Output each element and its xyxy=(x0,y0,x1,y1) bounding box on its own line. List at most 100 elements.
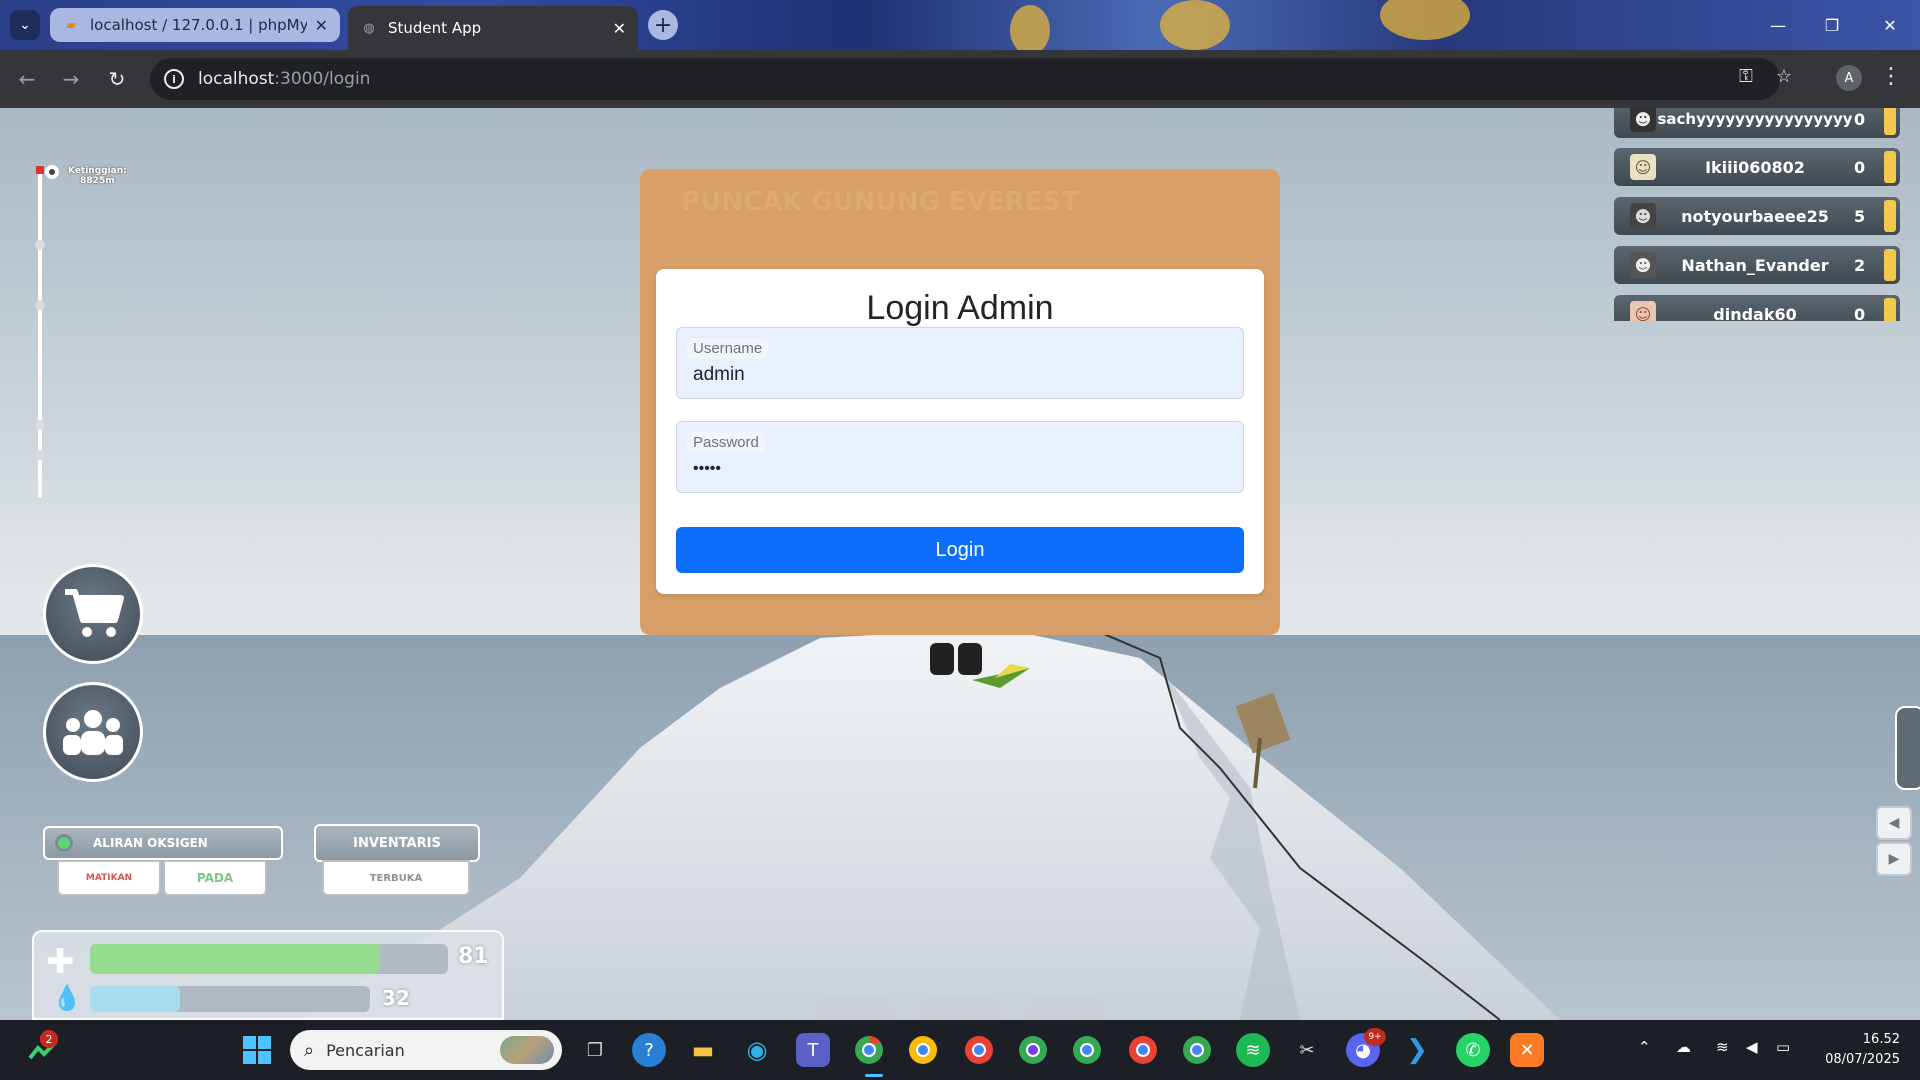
windows-logo-icon xyxy=(243,1036,271,1064)
friends-button[interactable] xyxy=(43,682,143,782)
inventory-open-button[interactable]: TERBUKA xyxy=(322,860,470,896)
profile-avatar[interactable]: A xyxy=(1836,65,1862,91)
chrome-profile-icon[interactable] xyxy=(1180,1033,1214,1067)
system-clock[interactable]: 16.52 08/07/2025 xyxy=(1810,1030,1900,1070)
address-bar[interactable]: i localhost:3000/login xyxy=(150,58,1780,100)
taskbar-search-box[interactable]: ⌕ Pencarian xyxy=(290,1030,562,1070)
discord-badge: 9+ xyxy=(1364,1028,1386,1046)
start-windows-icon[interactable] xyxy=(240,1033,274,1067)
username-value: admin xyxy=(693,364,745,385)
wifi-icon[interactable]: ≋ xyxy=(1716,1038,1729,1056)
tab-search-dropdown-button[interactable]: ⌄ xyxy=(10,10,40,40)
snipping-tool-icon[interactable]: ✂ xyxy=(1290,1033,1324,1067)
side-panel-tab[interactable] xyxy=(1895,706,1920,790)
login-card: Login Admin Username admin Password ••••… xyxy=(656,269,1264,594)
hotbar-slot[interactable] xyxy=(1026,998,1106,1020)
hotbar-slot[interactable] xyxy=(920,998,1000,1020)
background-page-title: PUNCAK GUNUNG EVEREST xyxy=(681,187,1079,217)
leaderboard-accent xyxy=(1884,249,1896,281)
chrome-profile-icon[interactable] xyxy=(1070,1033,1104,1067)
widgets-badge: 2 xyxy=(40,1030,58,1048)
health-bar-fill xyxy=(90,944,380,974)
arrow-right-button[interactable]: ▶ xyxy=(1876,842,1912,876)
login-button[interactable]: Login xyxy=(676,527,1244,573)
chrome-logo-icon xyxy=(965,1036,993,1064)
player-name: notyourbaeee25 xyxy=(1681,206,1829,226)
help-icon[interactable]: ? xyxy=(632,1033,666,1067)
spotify-icon[interactable]: ≋ xyxy=(1236,1033,1270,1067)
chrome-logo-icon xyxy=(909,1036,937,1064)
restore-button[interactable]: ❐ xyxy=(1812,10,1852,40)
vscode-icon[interactable]: ❯ xyxy=(1400,1033,1434,1067)
oxygen-on-button[interactable]: PADA xyxy=(163,860,267,896)
player-name: dindak60 xyxy=(1713,304,1797,322)
wallpaper-swirl xyxy=(1380,0,1470,40)
minimize-button[interactable]: — xyxy=(1758,10,1798,40)
username-label: Username xyxy=(687,338,769,359)
forward-icon[interactable]: → xyxy=(56,64,86,94)
oxygen-status-indicator xyxy=(55,834,73,852)
player-avatar: ☺ xyxy=(1630,154,1656,180)
site-info-icon[interactable]: i xyxy=(164,69,184,89)
leaderboard-row: ☻ notyourbaeee25 5 xyxy=(1614,197,1900,235)
altitude-checkpoint xyxy=(35,240,45,250)
oxygen-toggle-group: MATIKAN PADA xyxy=(57,860,267,896)
show-hidden-icons-chevron-icon[interactable]: ⌃ xyxy=(1638,1038,1651,1056)
battery-icon[interactable]: ▭ xyxy=(1776,1038,1790,1056)
hotbar-slot[interactable] xyxy=(814,998,894,1020)
search-highlight-image xyxy=(500,1036,554,1064)
player-score: 0 xyxy=(1854,109,1866,129)
altitude-readout: Ketinggian: 8825m xyxy=(68,166,127,186)
shop-button[interactable] xyxy=(43,564,143,664)
xampp-icon[interactable]: ✕ xyxy=(1510,1033,1544,1067)
password-field[interactable]: Password ••••• xyxy=(676,421,1244,493)
altitude-checkpoint xyxy=(35,300,45,310)
search-placeholder: Pencarian xyxy=(326,1040,405,1060)
chrome-logo-icon xyxy=(1129,1036,1157,1064)
username-field[interactable]: Username admin xyxy=(676,327,1244,399)
onedrive-icon[interactable]: ☁ xyxy=(1676,1038,1691,1056)
chrome-profile-icon[interactable] xyxy=(906,1033,940,1067)
password-key-icon[interactable]: ⚿ xyxy=(1732,62,1760,90)
health-plus-icon: ✚ xyxy=(46,942,75,982)
altitude-checkpoint xyxy=(35,450,45,460)
chrome-profile-icon[interactable] xyxy=(1016,1033,1050,1067)
new-tab-button[interactable]: + xyxy=(648,10,678,40)
close-icon[interactable]: ✕ xyxy=(315,16,328,35)
close-window-button[interactable]: ✕ xyxy=(1870,10,1910,40)
bookmark-star-icon[interactable]: ☆ xyxy=(1770,62,1798,90)
volume-icon[interactable]: ◀ xyxy=(1746,1038,1758,1056)
task-view-icon[interactable]: ❐ xyxy=(578,1033,612,1067)
clock-date: 08/07/2025 xyxy=(1825,1052,1900,1067)
chrome-logo-icon xyxy=(1183,1036,1211,1064)
whatsapp-icon[interactable]: ✆ xyxy=(1456,1033,1490,1067)
arrow-left-button[interactable]: ◀ xyxy=(1876,806,1912,840)
login-heading: Login Admin xyxy=(866,289,1054,327)
tab-student-app[interactable]: ◍ Student App ✕ xyxy=(348,6,638,50)
file-explorer-icon[interactable]: ▬ xyxy=(686,1033,720,1067)
browser-tab-strip: ⌄ ▰ localhost / 127.0.0.1 | phpMyAdmin ✕… xyxy=(0,0,1920,55)
tab-phpmyadmin[interactable]: ▰ localhost / 127.0.0.1 | phpMyAdmin ✕ xyxy=(50,8,340,42)
player-stats-panel: ✚ 81 💧 32 xyxy=(32,930,504,1020)
flag-icon xyxy=(36,165,59,179)
oxygen-off-button[interactable]: MATIKAN xyxy=(57,860,161,896)
chrome-icon[interactable] xyxy=(852,1033,886,1067)
chrome-profile-icon[interactable] xyxy=(962,1033,996,1067)
browser-menu-icon[interactable]: ⋮ xyxy=(1880,64,1902,89)
edge-icon[interactable]: ◉ xyxy=(740,1033,774,1067)
player-name: Ikiii060802 xyxy=(1705,157,1805,177)
reload-icon[interactable]: ↻ xyxy=(102,64,132,94)
inventory-title: INVENTARIS xyxy=(353,835,441,851)
altitude-label: Ketinggian: xyxy=(68,166,127,176)
water-bar xyxy=(90,986,370,1012)
close-icon[interactable]: ✕ xyxy=(613,19,626,38)
water-drop-icon: 💧 xyxy=(52,984,82,1012)
chrome-profile-icon[interactable] xyxy=(1126,1033,1160,1067)
back-icon[interactable]: ← xyxy=(12,64,42,94)
group-people-icon xyxy=(63,710,123,755)
phpmyadmin-icon: ▰ xyxy=(66,17,76,33)
tab-title: Student App xyxy=(388,19,482,37)
health-bar xyxy=(90,944,448,974)
player-score: 5 xyxy=(1854,206,1866,226)
teams-icon[interactable]: T xyxy=(796,1033,830,1067)
